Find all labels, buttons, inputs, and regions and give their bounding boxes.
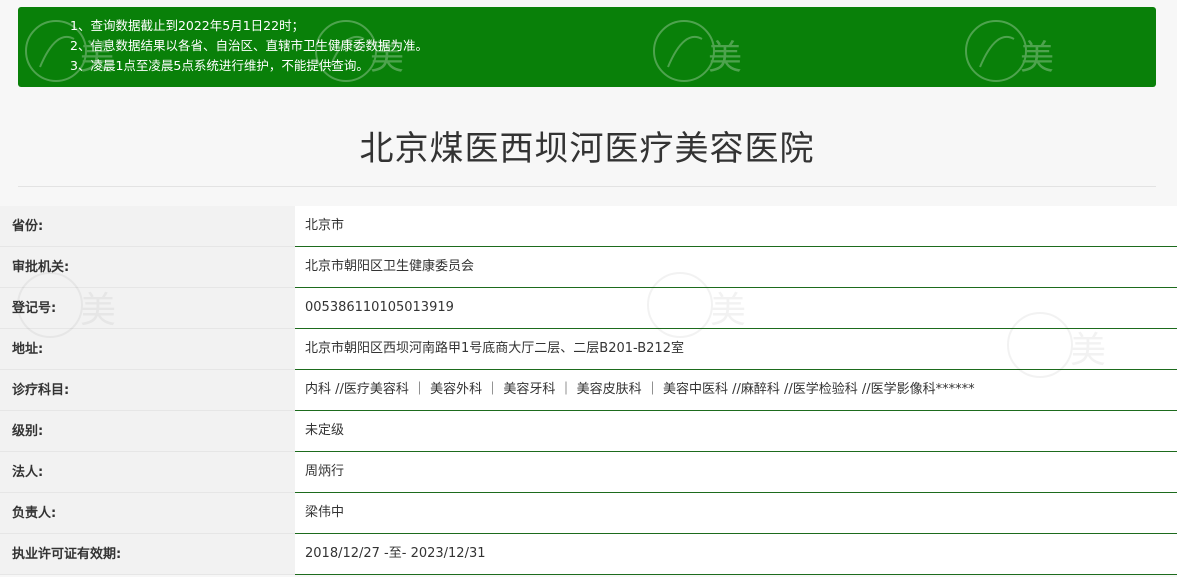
info-table: 省份: 北京市 审批机关: 北京市朝阳区卫生健康委员会 登记号: 0053861…: [0, 206, 1177, 575]
row-label: 审批机关:: [0, 247, 295, 288]
info-row-province: 省份: 北京市: [0, 206, 1177, 247]
info-row-authority: 审批机关: 北京市朝阳区卫生健康委员会: [0, 247, 1177, 288]
page: 1、查询数据截止到2022年5月1日22时； 2、信息数据结果以各省、自治区、直…: [0, 0, 1177, 577]
row-value: 未定级: [295, 411, 1177, 452]
row-value: 周炳行: [295, 452, 1177, 493]
row-label: 执业许可证有效期:: [0, 534, 295, 575]
title-section: 北京煤医西坝河医疗美容医院: [18, 120, 1156, 187]
row-value: 内科 //医疗美容科 ｜ 美容外科 ｜ 美容牙科 ｜ 美容皮肤科 ｜ 美容中医科…: [295, 370, 1177, 411]
info-row-person-in-charge: 负责人: 梁伟中: [0, 493, 1177, 534]
row-value: 北京市朝阳区西坝河南路甲1号底商大厅二层、二层B201-B212室: [295, 329, 1177, 370]
info-row-license-validity: 执业许可证有效期: 2018/12/27 -至- 2023/12/31: [0, 534, 1177, 575]
info-row-address: 地址: 北京市朝阳区西坝河南路甲1号底商大厅二层、二层B201-B212室: [0, 329, 1177, 370]
page-title: 北京煤医西坝河医疗美容医院: [359, 129, 815, 169]
row-label: 诊疗科目:: [0, 370, 295, 411]
row-label: 地址:: [0, 329, 295, 370]
row-label: 法人:: [0, 452, 295, 493]
row-label: 级别:: [0, 411, 295, 452]
row-value: 2018/12/27 -至- 2023/12/31: [295, 534, 1177, 575]
info-row-departments: 诊疗科目: 内科 //医疗美容科 ｜ 美容外科 ｜ 美容牙科 ｜ 美容皮肤科 ｜…: [0, 370, 1177, 411]
row-label: 省份:: [0, 206, 295, 247]
info-row-level: 级别: 未定级: [0, 411, 1177, 452]
row-label: 登记号:: [0, 288, 295, 329]
row-label: 负责人:: [0, 493, 295, 534]
row-value: 北京市朝阳区卫生健康委员会: [295, 247, 1177, 288]
row-value: 北京市: [295, 206, 1177, 247]
notice-line-2: 2、信息数据结果以各省、自治区、直辖市卫生健康委数据为准。: [70, 38, 428, 53]
row-value: 005386110105013919: [295, 288, 1177, 329]
notice-line-3: 3、凌晨1点至凌晨5点系统进行维护，不能提供查询。: [70, 58, 369, 73]
info-row-legal-person: 法人: 周炳行: [0, 452, 1177, 493]
notice-banner: 1、查询数据截止到2022年5月1日22时； 2、信息数据结果以各省、自治区、直…: [18, 7, 1156, 87]
info-row-registration: 登记号: 005386110105013919: [0, 288, 1177, 329]
notice-line-1: 1、查询数据截止到2022年5月1日22时；: [70, 18, 305, 33]
row-value: 梁伟中: [295, 493, 1177, 534]
